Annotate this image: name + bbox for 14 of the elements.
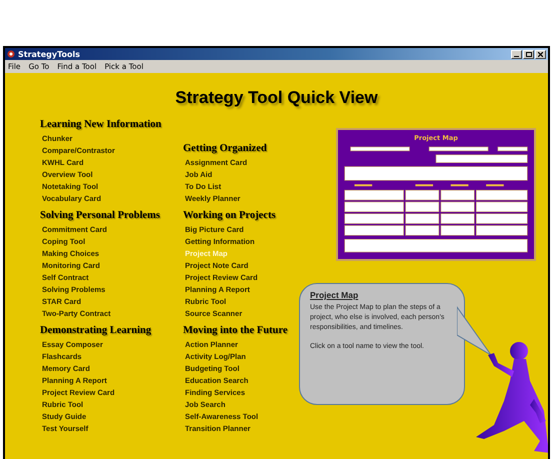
category-heading: Demonstrating Learning bbox=[40, 325, 152, 338]
minimize-button[interactable] bbox=[511, 50, 522, 58]
page-heading: Strategy Tool Quick View bbox=[174, 88, 379, 108]
maximize-icon bbox=[526, 52, 532, 56]
window-title: StrategyTools bbox=[18, 50, 80, 58]
close-icon bbox=[538, 52, 543, 56]
category-heading: Solving Personal Problems bbox=[40, 210, 161, 223]
bubble-title: Project Map bbox=[310, 290, 360, 300]
category-heading: Learning New Information bbox=[40, 119, 162, 132]
maximize-button[interactable] bbox=[523, 50, 534, 58]
app-logo-icon bbox=[7, 50, 15, 58]
category-heading: Working on Projects bbox=[183, 210, 277, 223]
category-heading: Getting Organized bbox=[183, 143, 268, 156]
close-button[interactable] bbox=[535, 50, 546, 58]
